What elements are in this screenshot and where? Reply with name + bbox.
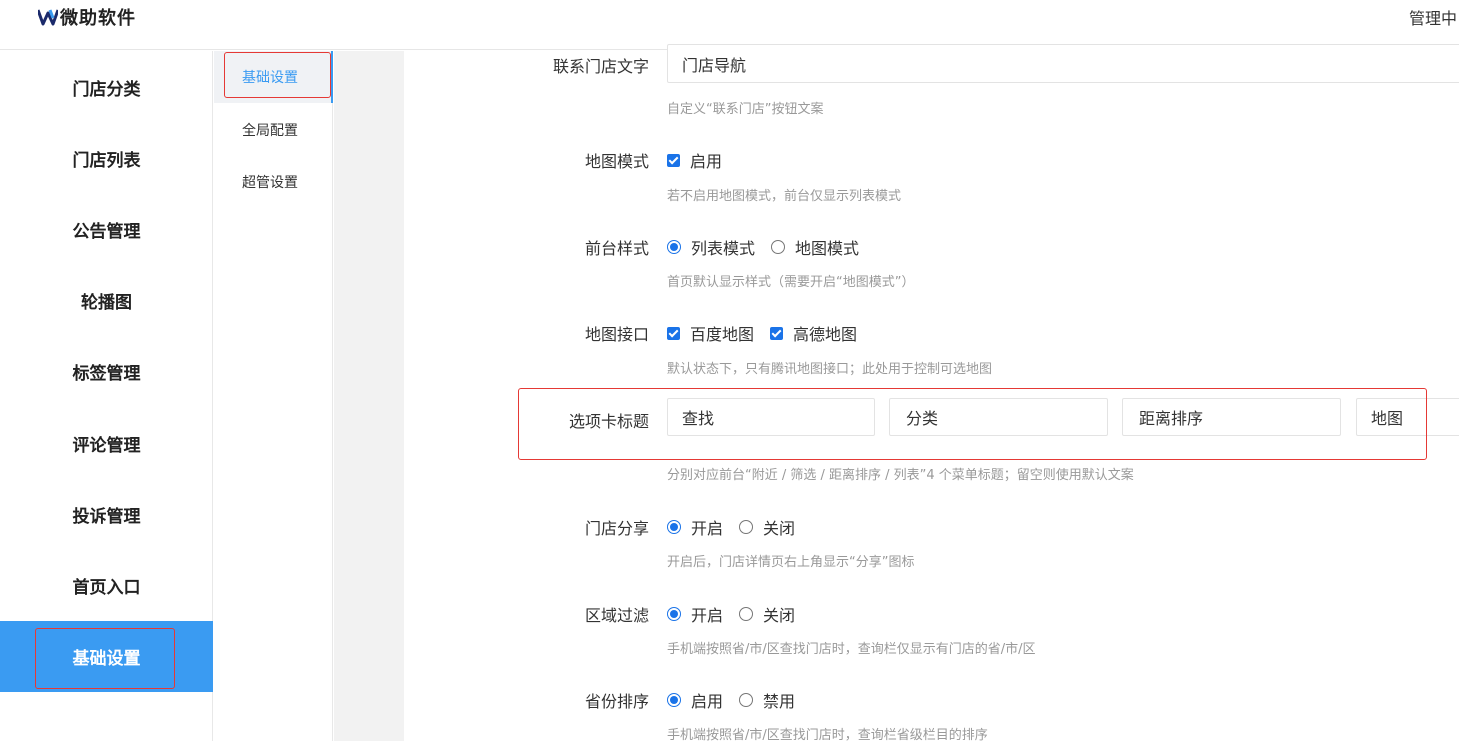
subnav-item-super-admin[interactable]: 超管设置 [214, 156, 333, 208]
region-filter-options: 开启 关闭 [667, 602, 811, 626]
province-sort-help: 手机端按照省/市/区查找门店时，查询栏省级栏目的排序 [667, 728, 988, 743]
radio-label: 禁用 [763, 692, 796, 711]
sub-nav: 基础设置 全局配置 超管设置 [214, 51, 333, 741]
radio-unselected-icon [739, 607, 754, 621]
logo-text: 微助软件 [60, 8, 136, 29]
region-filter-help: 手机端按照省/市/区查找门店时，查询栏仅显示有门店的省/市/区 [667, 642, 1036, 657]
store-share-radio-on[interactable]: 开启 [667, 515, 723, 539]
map-api-options: 百度地图 高德地图 [667, 321, 873, 345]
front-style-options: 列表模式 地图模式 [667, 235, 875, 259]
tab-title-input-3[interactable]: 距离排序 [1122, 398, 1341, 436]
radio-label: 启用 [691, 692, 724, 711]
settings-form: 联系门店文字 门店导航 自定义“联系门店”按钮文案 地图模式 启用 若不启用地图… [404, 44, 1459, 743]
contact-text-input[interactable]: 门店导航 [667, 44, 1459, 83]
radio-label: 列表模式 [691, 239, 756, 258]
store-share-label: 门店分享 [584, 519, 649, 538]
radio-selected-icon [667, 240, 681, 254]
province-sort-radio-on[interactable]: 启用 [667, 688, 723, 712]
tab-titles-label: 选项卡标题 [568, 412, 649, 431]
store-share-options: 开启 关闭 [667, 515, 811, 539]
radio-selected-icon [667, 520, 681, 534]
front-style-help: 首页默认显示样式（需要开启“地图模式”） [667, 275, 915, 290]
radio-unselected-icon [739, 520, 754, 534]
region-filter-label: 区域过滤 [584, 606, 649, 625]
map-mode-options: 启用 [667, 148, 738, 172]
admin-center-link[interactable]: 管理中 [1409, 5, 1457, 29]
tab-title-input-4[interactable]: 地图 [1356, 398, 1459, 436]
top-bar: 微助软件 管理中 [0, 0, 1459, 50]
radio-label: 开启 [691, 606, 724, 625]
radio-selected-icon [667, 693, 681, 707]
radio-unselected-icon [739, 693, 754, 707]
map-api-checkbox-baidu[interactable]: 百度地图 [667, 321, 754, 345]
tab-title-input-1[interactable]: 查找 [667, 398, 875, 436]
checkbox-checked-icon [770, 326, 784, 340]
province-sort-label: 省份排序 [584, 692, 649, 711]
nav-item-carousel[interactable]: 轮播图 [0, 265, 213, 336]
store-share-radio-off[interactable]: 关闭 [739, 515, 795, 539]
map-api-checkbox-amap[interactable]: 高德地图 [770, 321, 857, 345]
front-style-radio-list[interactable]: 列表模式 [667, 235, 755, 259]
radio-label: 开启 [691, 519, 724, 538]
contact-text-help: 自定义“联系门店”按钮文案 [667, 102, 824, 117]
nav-item-tags[interactable]: 标签管理 [0, 336, 213, 407]
logo-w-icon [38, 9, 58, 26]
contact-text-label: 联系门店文字 [552, 57, 649, 76]
radio-label: 关闭 [763, 606, 796, 625]
store-share-help: 开启后，门店详情页右上角显示“分享”图标 [667, 555, 915, 570]
subnav-item-basic-settings[interactable]: 基础设置 [214, 51, 333, 103]
nav-item-complaints[interactable]: 投诉管理 [0, 479, 213, 550]
map-mode-checkbox[interactable]: 启用 [667, 148, 722, 172]
subnav-item-global-config[interactable]: 全局配置 [214, 104, 333, 156]
map-mode-help: 若不启用地图模式，前台仅显示列表模式 [667, 189, 902, 204]
region-filter-radio-off[interactable]: 关闭 [739, 602, 795, 626]
front-style-label: 前台样式 [584, 239, 649, 258]
radio-label: 关闭 [763, 519, 796, 538]
checkbox-label: 百度地图 [690, 325, 755, 344]
nav-item-announcements[interactable]: 公告管理 [0, 194, 213, 265]
map-api-label: 地图接口 [584, 325, 649, 344]
checkbox-checked-icon [667, 326, 680, 340]
map-api-help: 默认状态下，只有腾讯地图接口；此处用于控制可选地图 [667, 362, 993, 377]
nav-item-comments[interactable]: 评论管理 [0, 408, 213, 479]
province-sort-radio-off[interactable]: 禁用 [739, 688, 795, 712]
nav-item-home-entry[interactable]: 首页入口 [0, 550, 213, 621]
radio-selected-icon [667, 607, 681, 621]
province-sort-options: 启用 禁用 [667, 688, 811, 712]
nav-item-store-list[interactable]: 门店列表 [0, 123, 213, 194]
nav-item-store-category[interactable]: 门店分类 [0, 52, 213, 123]
checkbox-checked-icon [667, 153, 680, 167]
checkbox-label: 高德地图 [793, 325, 858, 344]
nav-item-basic-settings[interactable]: 基础设置 [0, 621, 213, 692]
radio-unselected-icon [771, 240, 786, 254]
front-style-radio-map[interactable]: 地图模式 [771, 235, 859, 259]
tab-title-input-2[interactable]: 分类 [889, 398, 1108, 436]
map-mode-label: 地图模式 [584, 152, 649, 171]
radio-label: 地图模式 [795, 239, 860, 258]
region-filter-radio-on[interactable]: 开启 [667, 602, 723, 626]
left-nav: 门店分类 门店列表 公告管理 轮播图 标签管理 评论管理 投诉管理 首页入口 基… [0, 51, 213, 741]
tab-titles-help: 分别对应前台“附近 / 筛选 / 距离排序 / 列表”4 个菜单标题；留空则使用… [667, 468, 1134, 483]
map-mode-option-label: 启用 [690, 152, 723, 171]
content-gutter [334, 51, 404, 741]
logo[interactable]: 微助软件 [38, 6, 136, 29]
